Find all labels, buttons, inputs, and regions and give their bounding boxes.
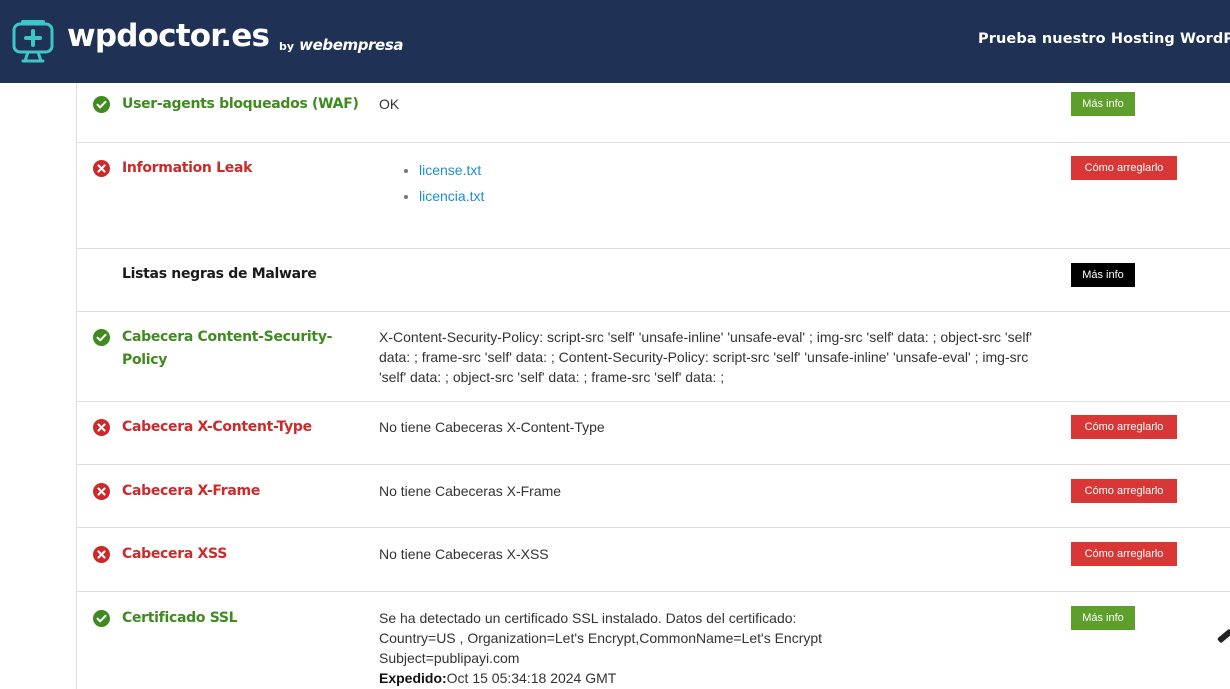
error-circle-icon [93,160,110,177]
logo-byline: by webempresa [279,35,403,54]
monitor-medical-icon[interactable] [11,18,57,64]
table-row: Information Leak license.txt licencia.tx… [77,143,1230,249]
how-to-fix-button[interactable]: Cómo arreglarlo [1071,542,1177,566]
more-info-button[interactable]: Más info [1071,606,1135,630]
check-title: Cabecera X-Frame [122,483,261,499]
check-value: No tiene Cabeceras X-Content-Type [379,419,605,435]
check-title: Cabecera X-Content-Type [122,419,312,435]
ssl-issued-value: Oct 15 05:34:18 2024 GMT [446,670,617,686]
leak-file-link[interactable]: license.txt [419,162,481,178]
check-value: No tiene Cabeceras X-XSS [379,546,549,562]
check-value: No tiene Cabeceras X-Frame [379,483,562,499]
ssl-issued-line: Expedido:Oct 15 05:34:18 2024 GMT [379,668,1059,688]
check-title: Cabecera XSS [122,546,227,562]
table-row: Cabecera X-Frame No tiene Cabeceras X-Fr… [77,465,1230,528]
check-circle-icon [93,96,110,113]
check-title: Cabecera Content-Security-Policy [122,329,333,368]
leak-file-link[interactable]: licencia.txt [419,188,484,204]
error-circle-icon [93,546,110,563]
hosting-cta-link[interactable]: Prueba nuestro Hosting WordPre [978,31,1230,47]
check-title: Listas negras de Malware [122,266,317,282]
how-to-fix-button[interactable]: Cómo arreglarlo [1071,415,1177,439]
ssl-issued-label: Expedido: [379,670,447,686]
table-row: Listas negras de Malware Más info [77,249,1230,312]
how-to-fix-button[interactable]: Cómo arreglarlo [1071,156,1177,180]
check-circle-icon [93,610,110,627]
logo-brand-text: webempresa [299,36,404,54]
logo-wordmark[interactable]: wpdoctor.es [67,18,270,54]
how-to-fix-button[interactable]: Cómo arreglarlo [1071,479,1177,503]
table-row: Cabecera XSS No tiene Cabeceras X-XSS Có… [77,528,1230,592]
table-row: Cabecera X-Content-Type No tiene Cabecer… [77,402,1230,465]
check-title: User-agents bloqueados (WAF) [122,96,359,112]
ssl-details: Se ha detectado un certificado SSL insta… [379,608,1059,688]
table-row: Cabecera Content-Security-Policy X-Conte… [77,312,1230,402]
ssl-detail-line: Country=US , Organization=Let's Encrypt,… [379,630,823,646]
more-info-button[interactable]: Más info [1071,263,1135,287]
check-value: OK [379,96,400,112]
error-circle-icon [93,483,110,500]
ssl-detail-line: Se ha detectado un certificado SSL insta… [379,610,797,626]
table-row: Certificado SSL Se ha detectado un certi… [77,592,1230,689]
table-row: User-agents bloqueados (WAF) OK Más info [77,83,1230,143]
more-info-button[interactable]: Más info [1071,92,1135,116]
check-title: Certificado SSL [122,610,238,626]
check-title: Information Leak [122,160,253,176]
logo-by-text: by [279,40,295,53]
results-table: User-agents bloqueados (WAF) OK Más info… [76,83,1230,689]
check-circle-icon [93,329,110,346]
ssl-detail-line: Subject=publipayi.com [379,650,520,666]
leak-file-list: license.txt licencia.txt [379,157,1059,209]
check-value: X-Content-Security-Policy: script-src 's… [379,329,1033,385]
site-header: wpdoctor.es by webempresa Prueba nuestro… [0,0,1230,83]
error-circle-icon [93,419,110,436]
